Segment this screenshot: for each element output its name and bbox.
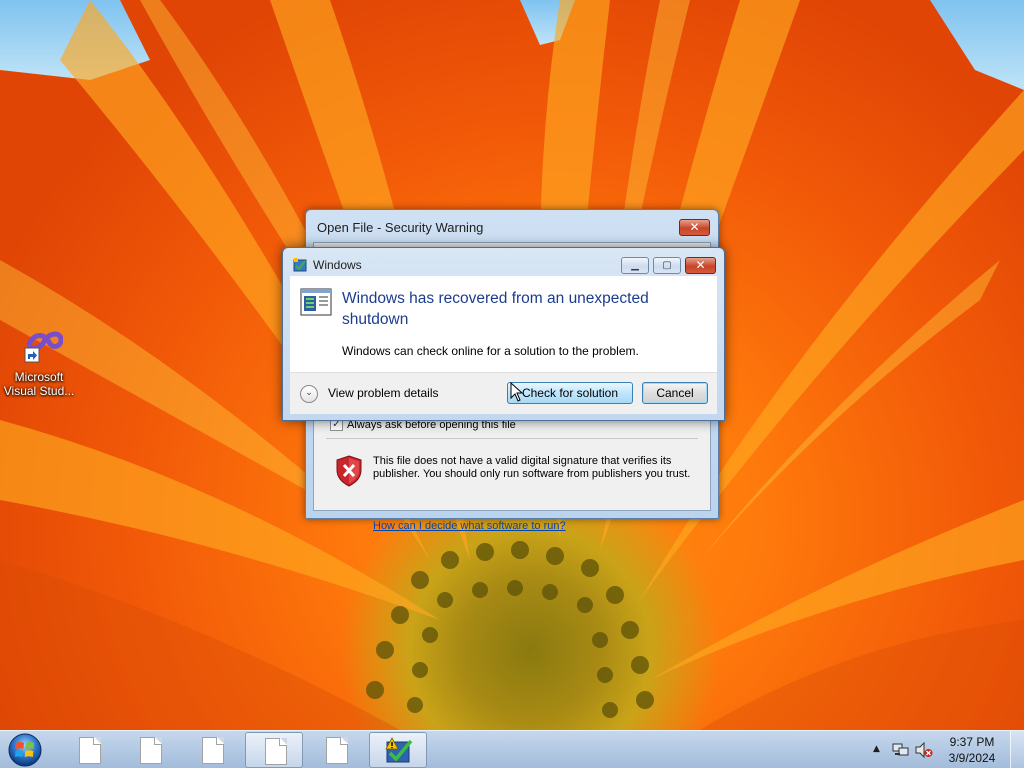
dialog-title: Windows xyxy=(313,258,362,272)
red-shield-x-icon xyxy=(336,455,362,490)
desktop-icon-label-line2: Visual Stud... xyxy=(3,384,75,398)
problem-reports-icon xyxy=(384,736,414,768)
clock[interactable]: 9:37 PM 3/9/2024 xyxy=(941,734,1003,766)
maximize-button[interactable]: ▢ xyxy=(653,257,681,274)
dialog-description: Windows can check online for a solution … xyxy=(342,344,639,358)
taskbar-item-document-2[interactable] xyxy=(121,732,179,768)
show-hidden-icons-icon[interactable]: ▲ xyxy=(873,744,880,754)
cancel-button[interactable]: Cancel xyxy=(642,382,708,404)
taskbar-item-document-3[interactable] xyxy=(183,732,241,768)
dialog-close-button[interactable]: ✕ xyxy=(685,257,716,274)
document-icon xyxy=(140,737,162,764)
taskbar: ▲ 9:37 PM 3/9/2024 xyxy=(0,730,1024,768)
taskbar-item-document-4[interactable] xyxy=(245,732,303,768)
clock-time: 9:37 PM xyxy=(949,735,995,749)
security-separator xyxy=(326,438,698,439)
windows-recovery-dialog[interactable]: Windows ▁ ▢ ✕ Windows has recovered from… xyxy=(282,247,725,421)
document-icon xyxy=(265,738,287,765)
dialog-content: Windows has recovered from an unexpected… xyxy=(290,276,717,372)
document-icon xyxy=(326,737,348,764)
system-tray: ▲ 9:37 PM 3/9/2024 xyxy=(864,731,1024,768)
visual-studio-icon xyxy=(15,330,64,370)
security-window-title: Open File - Security Warning xyxy=(317,220,484,235)
dialog-heading: Windows has recovered from an unexpected… xyxy=(342,290,649,328)
desktop-icon-visual-studio[interactable]: Microsoft Visual Stud... xyxy=(2,330,76,398)
check-for-solution-button[interactable]: Check for solution xyxy=(507,382,633,404)
start-button[interactable] xyxy=(5,732,45,768)
document-icon xyxy=(202,737,224,764)
chevron-down-icon[interactable]: ⌄ xyxy=(300,385,318,403)
report-window-icon xyxy=(300,288,332,319)
dialog-footer: ⌄ View problem details Check for solutio… xyxy=(290,372,717,414)
taskbar-item-document-1[interactable] xyxy=(60,732,118,768)
minimize-button[interactable]: ▁ xyxy=(621,257,649,274)
security-window-close-button[interactable]: ✕ xyxy=(679,219,710,236)
signature-warning-text: This file does not have a valid digital … xyxy=(373,455,691,480)
taskbar-item-problem-reports[interactable] xyxy=(369,732,427,768)
problem-reports-small-icon xyxy=(292,257,308,276)
show-desktop-button[interactable] xyxy=(1010,731,1024,768)
taskbar-item-document-5[interactable] xyxy=(307,732,365,768)
document-icon xyxy=(79,737,101,764)
mouse-cursor-icon xyxy=(510,381,524,405)
decide-software-link[interactable]: How can I decide what software to run? xyxy=(373,520,566,532)
desktop-icon-label-line1: Microsoft xyxy=(14,370,64,384)
clock-date: 3/9/2024 xyxy=(948,751,996,765)
network-icon[interactable] xyxy=(892,742,910,761)
view-problem-details-label[interactable]: View problem details xyxy=(328,386,439,400)
volume-muted-icon[interactable] xyxy=(915,741,933,761)
